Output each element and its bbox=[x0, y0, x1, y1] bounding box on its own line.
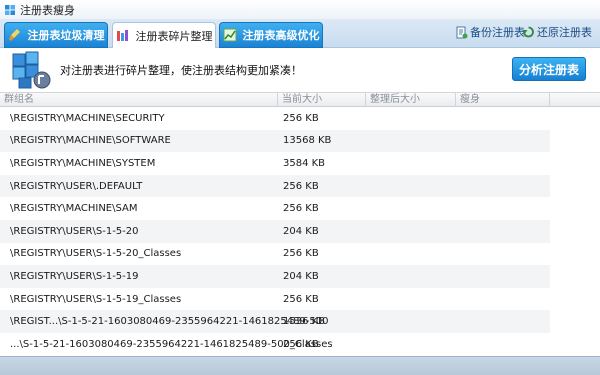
row-current-size: 204 KB bbox=[283, 270, 319, 282]
row-group-name: \REGISTRY\MACHINE\SECURITY bbox=[10, 112, 165, 124]
table-row[interactable]: \REGISTRY\MACHINE\SOFTWARE 13568 KB bbox=[0, 129, 550, 153]
row-current-size: 13568 KB bbox=[283, 135, 332, 147]
restore-registry-label: 还原注册表 bbox=[537, 26, 592, 39]
table-row[interactable]: \REGISTRY\USER\S-1-5-19_Classes 256 KB bbox=[0, 288, 550, 311]
table-row[interactable]: \REGISTRY\USER\S-1-5-20 204 KB bbox=[0, 220, 550, 243]
restore-registry-link[interactable]: 还原注册表 bbox=[522, 24, 592, 40]
info-message: 对注册表进行碎片整理，使注册表结构更加紧凑！ bbox=[60, 64, 302, 77]
backup-document-icon bbox=[456, 26, 468, 38]
row-current-size: 256 KB bbox=[283, 248, 319, 260]
row-group-name: \REGIST...\S-1-5-21-1603080469-235596422… bbox=[10, 316, 329, 328]
row-group-name: \REGISTRY\MACHINE\SYSTEM bbox=[10, 157, 156, 169]
tab-label: 注册表高级优化 bbox=[242, 29, 320, 42]
chart-icon bbox=[223, 28, 236, 42]
table-header: 群组名 当前大小 整理后大小 瘦身 bbox=[0, 92, 600, 107]
analyze-registry-button[interactable]: 分析注册表 bbox=[512, 57, 586, 81]
registry-cube-icon bbox=[5, 4, 15, 15]
column-header-after-size[interactable]: 整理后大小 bbox=[366, 93, 456, 107]
tab-registry-advanced-optimize[interactable]: 注册表高级优化 bbox=[219, 22, 323, 48]
row-current-size: 256 KB bbox=[283, 203, 319, 215]
row-current-size: 256 KB bbox=[283, 293, 319, 305]
row-current-size: 204 KB bbox=[283, 225, 319, 237]
column-header-current-size[interactable]: 当前大小 bbox=[278, 93, 366, 107]
info-panel: 对注册表进行碎片整理，使注册表结构更加紧凑！ bbox=[0, 48, 600, 92]
tab-registry-defrag[interactable]: 注册表碎片整理 bbox=[112, 22, 216, 49]
restore-arrow-icon bbox=[522, 26, 534, 37]
row-group-name: \REGISTRY\USER\S-1-5-19 bbox=[10, 270, 139, 282]
table-row[interactable]: \REGISTRY\USER\.DEFAULT 256 KB bbox=[0, 174, 550, 198]
broom-icon bbox=[8, 29, 20, 41]
row-group-name: \REGISTRY\USER\S-1-5-20_Classes bbox=[10, 248, 182, 260]
table-row[interactable]: ...\S-1-5-21-1603080469-2355964221-14618… bbox=[0, 333, 550, 356]
row-current-size: 3584 KB bbox=[283, 157, 326, 169]
row-group-name: \REGISTRY\MACHINE\SAM bbox=[10, 203, 138, 215]
table-row[interactable]: \REGIST...\S-1-5-21-1603080469-235596422… bbox=[0, 310, 550, 333]
table-row[interactable]: \REGISTRY\USER\S-1-5-20_Classes 256 KB bbox=[0, 243, 550, 266]
status-bar bbox=[0, 356, 600, 375]
tab-label: 注册表碎片整理 bbox=[135, 29, 213, 43]
table-row[interactable]: \REGISTRY\MACHINE\SECURITY 256 KB bbox=[0, 107, 550, 130]
defrag-bars-icon bbox=[116, 29, 128, 41]
row-current-size: 1536 KB bbox=[283, 316, 326, 328]
column-header-slimming[interactable]: 瘦身 bbox=[456, 93, 550, 107]
backup-registry-label: 备份注册表 bbox=[470, 26, 525, 39]
row-current-size: 256 KB bbox=[283, 112, 319, 124]
row-group-name: \REGISTRY\USER\S-1-5-19_Classes bbox=[10, 293, 182, 305]
row-group-name: \REGISTRY\MACHINE\SOFTWARE bbox=[10, 135, 171, 147]
backup-registry-link[interactable]: 备份注册表 bbox=[455, 24, 525, 40]
window-title: 注册表瘦身 bbox=[20, 3, 75, 17]
row-group-name: \REGISTRY\USER\.DEFAULT bbox=[10, 180, 143, 192]
registry-table[interactable]: \REGISTRY\MACHINE\SECURITY 256 KB \REGIS… bbox=[0, 107, 600, 356]
title-bar: 注册表瘦身 bbox=[0, 0, 600, 19]
tab-registry-junk-clean[interactable]: 注册表垃圾清理 bbox=[4, 22, 108, 48]
table-row[interactable]: \REGISTRY\USER\S-1-5-19 204 KB bbox=[0, 265, 550, 288]
row-current-size: 256 KB bbox=[283, 338, 319, 350]
row-group-name: \REGISTRY\USER\S-1-5-20 bbox=[10, 225, 139, 237]
row-current-size: 256 KB bbox=[283, 180, 319, 192]
tab-label: 注册表垃圾清理 bbox=[27, 29, 105, 42]
table-row[interactable]: \REGISTRY\MACHINE\SAM 256 KB bbox=[0, 197, 550, 220]
table-row[interactable]: \REGISTRY\MACHINE\SYSTEM 3584 KB bbox=[0, 152, 550, 175]
registry-cubes-icon bbox=[12, 51, 51, 89]
column-header-group-name[interactable]: 群组名 bbox=[0, 93, 278, 107]
